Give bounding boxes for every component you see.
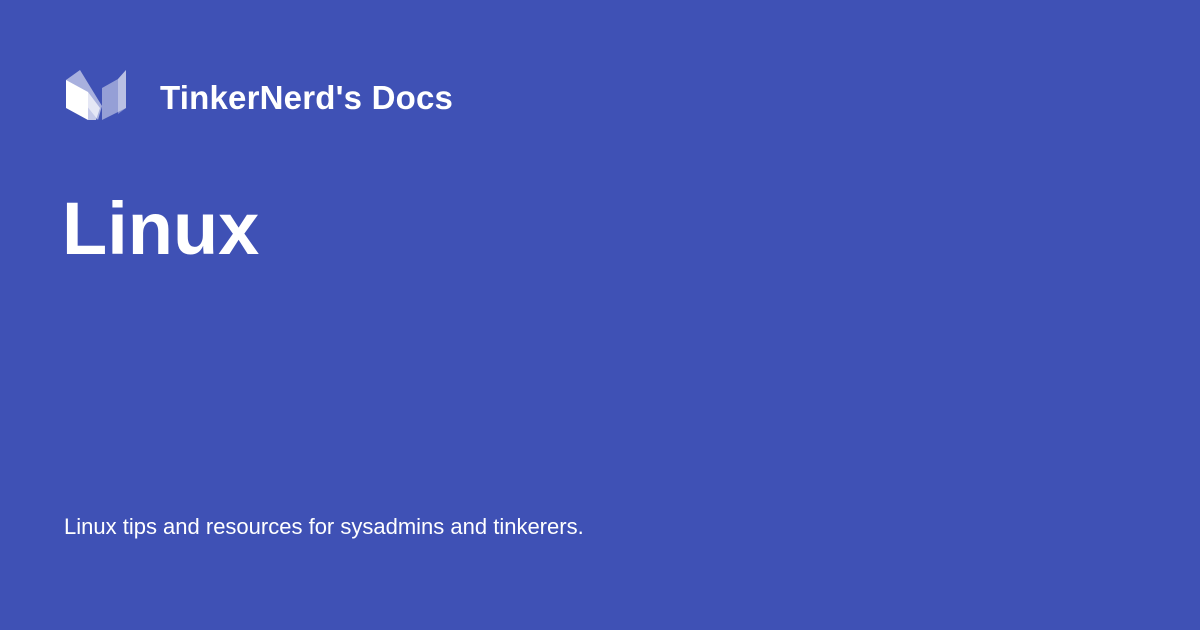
site-header: TinkerNerd's Docs <box>64 68 453 126</box>
page-description: Linux tips and resources for sysadmins a… <box>64 514 584 539</box>
social-card: TinkerNerd's Docs Linux Linux tips and r… <box>0 0 1200 630</box>
page-title: Linux <box>62 187 260 270</box>
site-name: TinkerNerd's Docs <box>160 78 454 116</box>
material-m-logo-icon <box>66 70 126 120</box>
